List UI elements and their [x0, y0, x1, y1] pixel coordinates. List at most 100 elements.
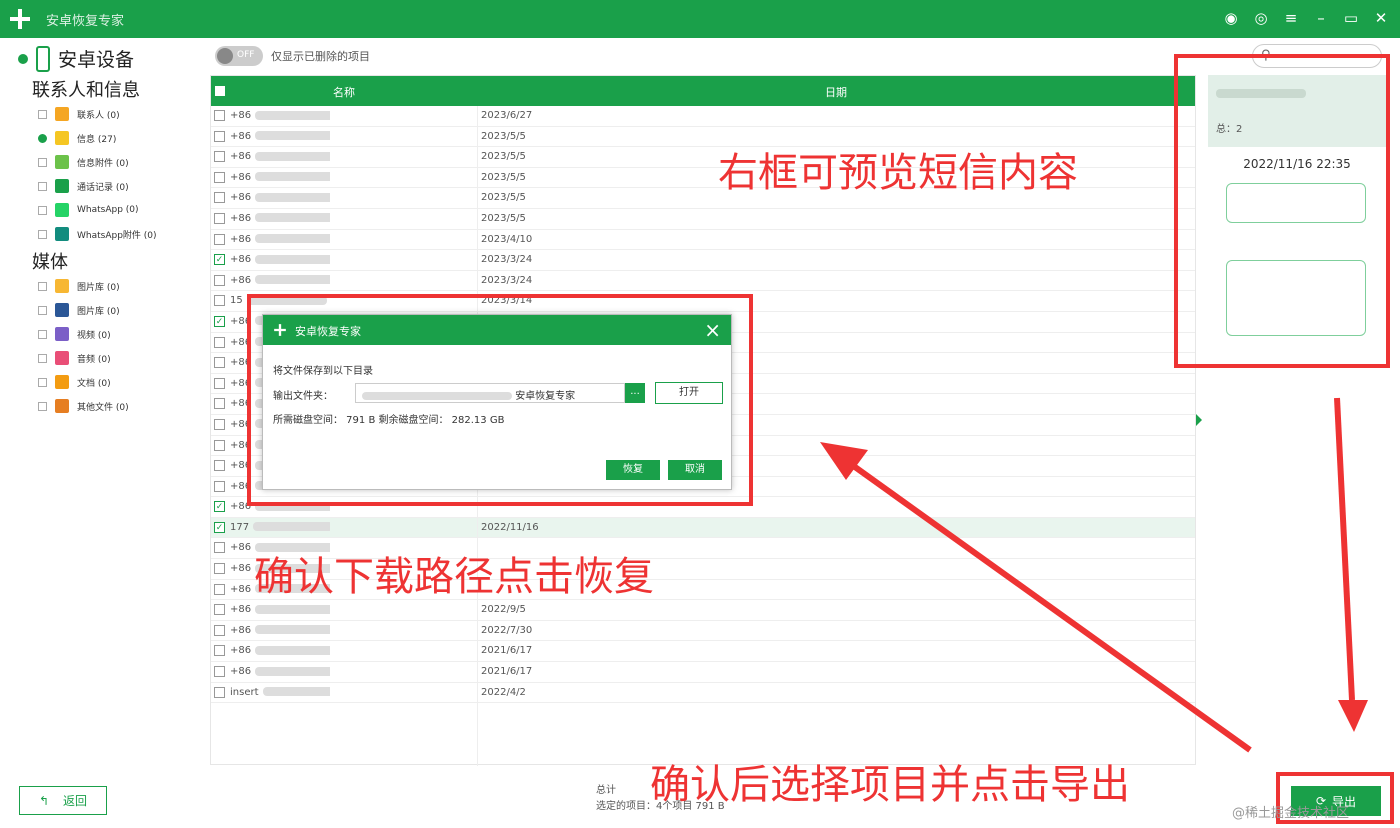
category-checkbox[interactable]: [38, 157, 47, 167]
deleted-only-toggle[interactable]: OFF: [215, 46, 263, 66]
table-row[interactable]: ✓ +86: [211, 497, 1195, 518]
row-checkbox[interactable]: [214, 645, 225, 657]
row-name-text: +86: [230, 336, 252, 348]
category-icon: [55, 227, 69, 241]
dialog-instruction: 将文件保存到以下目录: [273, 366, 373, 377]
category-checkbox[interactable]: [38, 109, 47, 119]
device-row[interactable]: 安卓设备: [18, 45, 134, 72]
table-row[interactable]: 15 2023/3/14: [211, 291, 1195, 312]
category-checkbox[interactable]: [38, 329, 47, 339]
sidebar-item[interactable]: 其他文件 (0): [38, 394, 203, 418]
row-name-blurred: [255, 254, 330, 264]
category-checkbox[interactable]: [38, 401, 47, 411]
sidebar-item[interactable]: WhatsApp附件 (0): [38, 222, 203, 246]
row-checkbox[interactable]: [214, 295, 225, 307]
category-checkbox[interactable]: [38, 281, 47, 291]
table-row[interactable]: +86 2023/3/24: [211, 271, 1195, 292]
column-date-header[interactable]: 日期: [825, 84, 847, 100]
category-checkbox[interactable]: [38, 305, 47, 315]
row-checkbox[interactable]: [214, 604, 225, 616]
row-name-text: +86: [230, 460, 252, 472]
category-checkbox[interactable]: [38, 133, 47, 143]
row-checkbox[interactable]: [214, 666, 225, 678]
row-checkbox[interactable]: [214, 336, 225, 348]
row-checkbox[interactable]: [214, 583, 225, 595]
sidebar-item[interactable]: 文档 (0): [38, 370, 203, 394]
row-checkbox[interactable]: [214, 377, 225, 389]
row-checkbox[interactable]: [214, 212, 225, 224]
device-radio[interactable]: [18, 53, 28, 64]
table-header: 名称 日期: [211, 76, 1195, 106]
expand-preview-arrow-icon[interactable]: [1196, 414, 1202, 426]
row-name-blurred: [262, 687, 330, 697]
category-label: WhatsApp附件 (0): [77, 230, 157, 241]
table-row[interactable]: +86 2021/6/17: [211, 641, 1195, 663]
row-checkbox[interactable]: [214, 563, 225, 575]
sidebar-item[interactable]: 信息附件 (0): [38, 150, 203, 174]
row-checkbox[interactable]: ✓: [214, 521, 225, 533]
category-checkbox[interactable]: [38, 229, 47, 239]
category-icon: [55, 279, 69, 293]
row-checkbox[interactable]: [214, 171, 225, 183]
row-checkbox[interactable]: ✓: [214, 501, 225, 513]
table-row[interactable]: +86 2023/6/27: [211, 106, 1195, 127]
row-checkbox[interactable]: [214, 418, 225, 430]
dialog-close-icon[interactable]: ×: [704, 318, 721, 342]
menu-icon[interactable]: ≡: [1282, 9, 1300, 27]
table-row[interactable]: +86 2023/4/10: [211, 230, 1195, 251]
table-row[interactable]: +86 2021/6/17: [211, 662, 1195, 683]
category-checkbox[interactable]: [38, 181, 47, 191]
sidebar-item[interactable]: 视频 (0): [38, 322, 203, 346]
row-checkbox[interactable]: [214, 686, 225, 698]
category-checkbox[interactable]: [38, 205, 47, 215]
annotation-restore-text: 确认下载路径点击恢复: [254, 554, 654, 600]
row-checkbox[interactable]: [214, 398, 225, 410]
sidebar-item[interactable]: WhatsApp (0): [38, 198, 203, 222]
table-row[interactable]: ✓ 177 2022/11/16: [211, 517, 1195, 539]
sidebar-item[interactable]: 音频 (0): [38, 346, 203, 370]
row-checkbox[interactable]: ✓: [214, 315, 225, 327]
sidebar-item[interactable]: 图片库 (0): [38, 298, 203, 322]
column-name-header[interactable]: 名称: [333, 84, 355, 100]
close-icon[interactable]: ✕: [1372, 9, 1390, 27]
phone-icon: [36, 45, 50, 72]
sidebar-item[interactable]: 联系人 (0): [38, 102, 203, 126]
row-checkbox[interactable]: [214, 192, 225, 204]
row-checkbox[interactable]: [214, 151, 225, 163]
wifi-icon[interactable]: ◉: [1222, 9, 1240, 27]
select-all-checkbox[interactable]: [215, 86, 225, 96]
back-button[interactable]: ↰ 返回: [19, 786, 107, 815]
open-folder-button[interactable]: 打开: [655, 382, 723, 404]
search-input[interactable]: ⚲: [1252, 44, 1382, 68]
row-checkbox[interactable]: [214, 542, 225, 554]
cancel-button[interactable]: 取消: [668, 460, 722, 480]
table-row[interactable]: +86 2022/7/30: [211, 621, 1195, 642]
category-checkbox[interactable]: [38, 377, 47, 387]
output-folder-field[interactable]: 安卓恢复专家: [355, 383, 625, 403]
row-checkbox[interactable]: [214, 130, 225, 142]
sidebar-item[interactable]: 信息 (27): [38, 126, 203, 150]
row-checkbox[interactable]: [214, 480, 225, 492]
row-checkbox[interactable]: [214, 439, 225, 451]
minimize-icon[interactable]: –: [1312, 9, 1330, 27]
table-row[interactable]: +86 2023/5/5: [211, 209, 1195, 230]
row-checkbox[interactable]: [214, 624, 225, 636]
table-row[interactable]: +86 2022/9/5: [211, 600, 1195, 621]
browse-button[interactable]: ...: [625, 383, 645, 403]
row-checkbox[interactable]: [214, 460, 225, 472]
row-checkbox[interactable]: [214, 357, 225, 369]
sidebar-item[interactable]: 图片库 (0): [38, 274, 203, 298]
maximize-icon[interactable]: ▭: [1342, 9, 1360, 27]
row-checkbox[interactable]: [214, 110, 225, 121]
row-checkbox[interactable]: [214, 233, 225, 245]
category-checkbox[interactable]: [38, 353, 47, 363]
table-row[interactable]: insert 2022/4/2: [211, 683, 1195, 704]
row-checkbox[interactable]: ✓: [214, 254, 225, 266]
row-name-blurred: [255, 192, 330, 202]
sidebar-item[interactable]: 通话记录 (0): [38, 174, 203, 198]
table-row[interactable]: ✓ +86 2023/3/24: [211, 250, 1195, 271]
row-checkbox[interactable]: [214, 274, 225, 286]
restore-button[interactable]: 恢复: [606, 460, 660, 480]
chat-icon[interactable]: ◎: [1252, 9, 1270, 27]
message-bubble: [1226, 260, 1366, 336]
